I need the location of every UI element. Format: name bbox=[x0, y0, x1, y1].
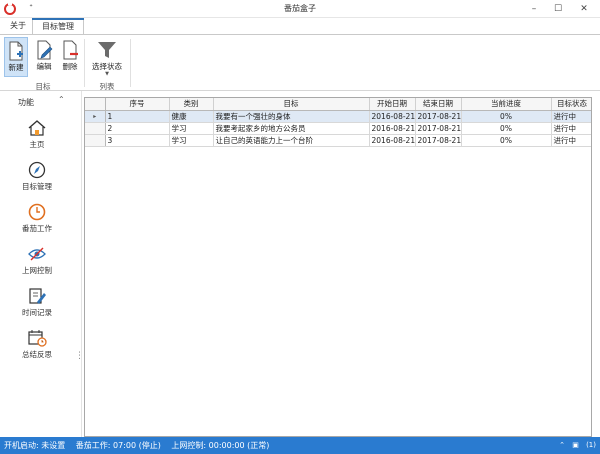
tray-chevron-icon[interactable]: ⌃ bbox=[559, 441, 565, 449]
delete-button-label: 删除 bbox=[62, 62, 78, 71]
cell-progress[interactable]: 0% bbox=[461, 134, 552, 147]
column-header[interactable]: 目标状态 bbox=[551, 98, 591, 111]
chevron-down-icon: ▼ bbox=[105, 71, 109, 77]
edit-button[interactable]: 编辑 bbox=[32, 37, 56, 77]
new-button[interactable]: 新建 bbox=[4, 37, 28, 77]
tray-network-icon[interactable]: ▣ bbox=[572, 441, 579, 449]
minimize-button[interactable]: – bbox=[524, 0, 544, 18]
cell-category[interactable]: 学习 bbox=[169, 122, 214, 135]
table-row[interactable]: 2 学习 我要考起家乡的地方公务员 2016-08-21 2017-08-21 … bbox=[85, 122, 591, 135]
table-row[interactable]: 3 学习 让自己的英语能力上一个台阶 2016-08-21 2017-08-21… bbox=[85, 134, 591, 147]
cell-goal[interactable]: 我要有一个强壮的身体 bbox=[213, 110, 370, 123]
sidebar-item-label: 番茄工作 bbox=[22, 224, 52, 233]
function-sidebar: 功能 ⌃ 主页 目标管理 番茄工作 上网控制 时间记录 总结反思 ⋮ bbox=[0, 91, 84, 437]
select-status-button[interactable]: 选择状态 ▼ bbox=[88, 37, 126, 77]
system-tray: ⌃ ▣ (1) bbox=[554, 439, 596, 452]
sidebar-item-network-control[interactable]: 上网控制 bbox=[12, 245, 62, 285]
cell-no[interactable]: 3 bbox=[105, 134, 170, 147]
tray-count: (1) bbox=[586, 441, 596, 449]
notebook-pen-icon bbox=[29, 288, 46, 304]
sidebar-header: 功能 bbox=[18, 98, 34, 107]
column-header[interactable]: 当前进度 bbox=[461, 98, 552, 111]
sidebar-item-goal-management[interactable]: 目标管理 bbox=[12, 161, 62, 201]
row-indicator: ▸ bbox=[85, 110, 106, 123]
tomato-work-status: 番茄工作: 07:00 (停止) bbox=[75, 441, 161, 450]
cell-end-date[interactable]: 2017-08-21 bbox=[415, 122, 462, 135]
sidebar-item-time-record[interactable]: 时间记录 bbox=[12, 287, 62, 327]
close-button[interactable]: ✕ bbox=[574, 0, 594, 18]
chevron-up-icon[interactable]: ⌃ bbox=[58, 95, 65, 104]
tab-about[interactable]: 关于 bbox=[8, 18, 28, 34]
row-indicator bbox=[85, 122, 106, 135]
row-indicator-header bbox=[85, 98, 106, 111]
new-document-icon bbox=[9, 41, 23, 61]
cell-progress[interactable]: 0% bbox=[461, 110, 552, 123]
column-header[interactable]: 序号 bbox=[105, 98, 170, 111]
delete-button[interactable]: 删除 bbox=[58, 37, 82, 77]
group-label-list: 列表 bbox=[99, 82, 115, 91]
calendar-clock-icon bbox=[28, 330, 47, 347]
tab-goal-management[interactable]: 目标管理 bbox=[32, 18, 84, 35]
home-icon bbox=[28, 120, 46, 136]
compass-icon bbox=[28, 161, 46, 179]
ribbon-tabs: 关于 目标管理 bbox=[0, 18, 600, 35]
column-header[interactable]: 目标 bbox=[213, 98, 370, 111]
startup-status: 开机启动: 未设置 bbox=[4, 441, 66, 450]
clock-icon bbox=[28, 203, 46, 221]
cell-start-date[interactable]: 2016-08-21 bbox=[369, 134, 416, 147]
ribbon-group-divider bbox=[84, 39, 85, 87]
window-title: 番茄盒子 bbox=[284, 4, 316, 13]
table-header-row: 序号 类别 目标 开始日期 结束日期 当前进度 目标状态 bbox=[85, 98, 591, 111]
sidebar-item-label: 目标管理 bbox=[22, 182, 52, 191]
filter-funnel-icon bbox=[98, 42, 116, 58]
sidebar-item-label: 时间记录 bbox=[22, 308, 52, 317]
sidebar-item-label: 总结反思 bbox=[22, 350, 52, 359]
column-header[interactable]: 结束日期 bbox=[415, 98, 462, 111]
cell-category[interactable]: 学习 bbox=[169, 134, 214, 147]
sidebar-item-label: 主页 bbox=[29, 140, 45, 149]
goal-table: 序号 类别 目标 开始日期 结束日期 当前进度 目标状态 ▸ 1 健康 我要有一… bbox=[84, 97, 592, 437]
cell-status[interactable]: 进行中 bbox=[551, 110, 591, 123]
cell-no[interactable]: 1 bbox=[105, 110, 170, 123]
cell-progress[interactable]: 0% bbox=[461, 122, 552, 135]
cell-end-date[interactable]: 2017-08-21 bbox=[415, 134, 462, 147]
splitter-handle[interactable]: ⋮ bbox=[75, 351, 84, 361]
delete-document-icon bbox=[63, 40, 78, 60]
status-bar: 开机启动: 未设置 番茄工作: 07:00 (停止) 上网控制: 00:00:0… bbox=[0, 437, 600, 454]
ribbon-panel: 新建 编辑 删除 选择状态 ▼ 目标 列表 bbox=[0, 34, 600, 91]
new-button-label: 新建 bbox=[8, 63, 24, 72]
cell-end-date[interactable]: 2017-08-21 bbox=[415, 110, 462, 123]
edit-button-label: 编辑 bbox=[36, 62, 52, 71]
cell-status[interactable]: 进行中 bbox=[551, 122, 591, 135]
sidebar-item-home[interactable]: 主页 bbox=[12, 119, 62, 159]
cell-start-date[interactable]: 2016-08-21 bbox=[369, 122, 416, 135]
title-bar: ᐩ 番茄盒子 – ☐ ✕ bbox=[0, 0, 600, 18]
cell-status[interactable]: 进行中 bbox=[551, 134, 591, 147]
table-row[interactable]: ▸ 1 健康 我要有一个强壮的身体 2016-08-21 2017-08-21 … bbox=[85, 110, 591, 123]
cell-goal[interactable]: 让自己的英语能力上一个台阶 bbox=[213, 134, 370, 147]
network-control-status: 上网控制: 00:00:00 (正常) bbox=[171, 441, 270, 450]
sidebar-item-summary[interactable]: 总结反思 bbox=[12, 329, 62, 369]
cell-no[interactable]: 2 bbox=[105, 122, 170, 135]
row-indicator bbox=[85, 134, 106, 147]
sidebar-item-label: 上网控制 bbox=[22, 266, 52, 275]
edit-document-icon bbox=[37, 40, 53, 60]
eye-blocked-icon bbox=[28, 247, 46, 261]
cell-start-date[interactable]: 2016-08-21 bbox=[369, 110, 416, 123]
column-header[interactable]: 类别 bbox=[169, 98, 214, 111]
maximize-button[interactable]: ☐ bbox=[548, 0, 568, 18]
cell-category[interactable]: 健康 bbox=[169, 110, 214, 123]
cell-goal[interactable]: 我要考起家乡的地方公务员 bbox=[213, 122, 370, 135]
ribbon-group-divider bbox=[130, 39, 131, 87]
column-header[interactable]: 开始日期 bbox=[369, 98, 416, 111]
sidebar-item-tomato-work[interactable]: 番茄工作 bbox=[12, 203, 62, 243]
